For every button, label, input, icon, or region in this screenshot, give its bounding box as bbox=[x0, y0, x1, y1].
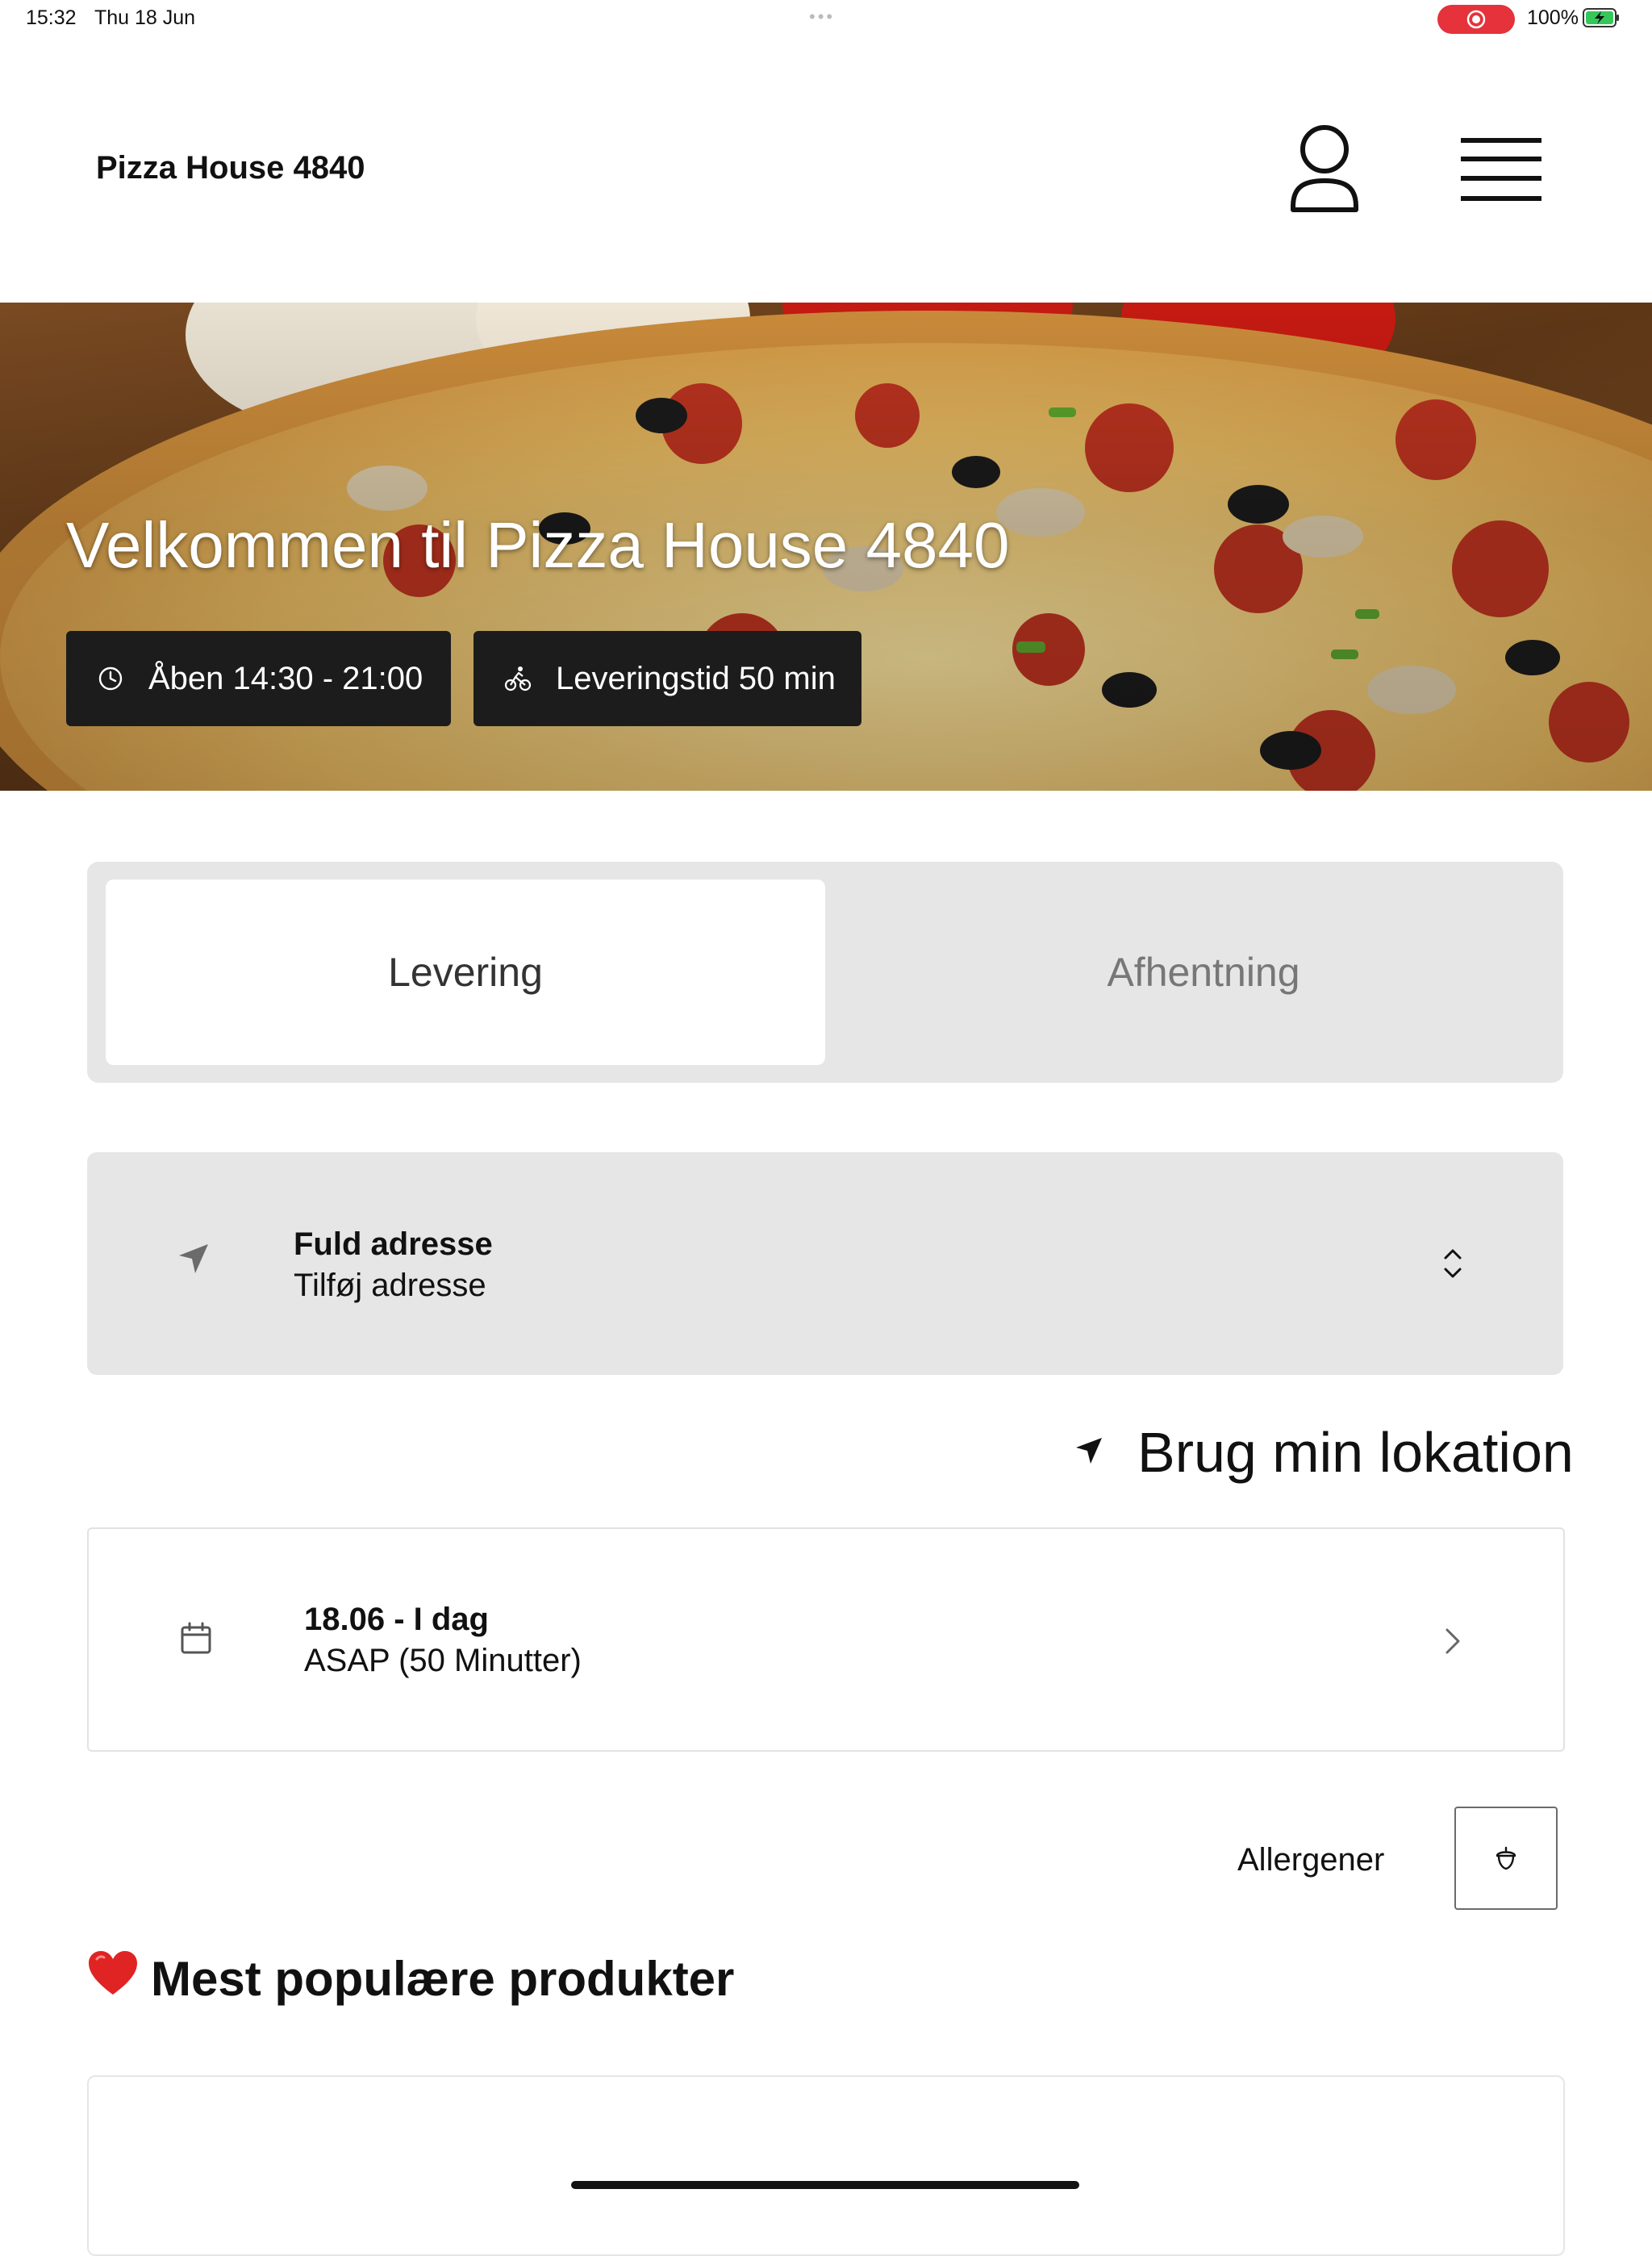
opening-hours-text: Åben 14:30 - 21:00 bbox=[148, 660, 423, 696]
allergens-button[interactable] bbox=[1454, 1807, 1558, 1910]
delivery-date: 18.06 - I dag bbox=[304, 1602, 489, 1637]
popular-products-title: Mest populære produkter bbox=[151, 1952, 735, 2006]
screen-recording-indicator[interactable] bbox=[1437, 5, 1515, 34]
home-indicator[interactable] bbox=[571, 2181, 1079, 2189]
battery-percent: 100% bbox=[1527, 6, 1579, 29]
user-icon bbox=[1291, 125, 1358, 212]
welcome-title: Velkommen til Pizza House 4840 bbox=[66, 509, 1010, 581]
location-arrow-icon[interactable] bbox=[1073, 1435, 1105, 1467]
delivery-time-value: ASAP (50 Minutter) bbox=[304, 1643, 582, 1678]
multitask-dots[interactable]: ••• bbox=[809, 6, 835, 27]
use-my-location-button[interactable]: Brug min lokation bbox=[1137, 1420, 1574, 1485]
battery-charging-icon bbox=[1583, 8, 1619, 27]
hamburger-menu-icon bbox=[1461, 138, 1541, 201]
product-card[interactable] bbox=[87, 2075, 1565, 2256]
chevron-right-icon bbox=[1446, 1628, 1460, 1654]
delivery-time-badge: Leveringstid 50 min bbox=[473, 631, 861, 726]
account-button[interactable] bbox=[1287, 123, 1362, 216]
menu-button[interactable] bbox=[1458, 132, 1544, 209]
allergens-label: Allergener bbox=[1237, 1842, 1385, 1878]
tab-afhentning[interactable]: Afhentning bbox=[844, 879, 1563, 1065]
address-selector[interactable] bbox=[87, 1152, 1563, 1375]
record-icon bbox=[1466, 10, 1486, 29]
bicycle-icon bbox=[504, 666, 532, 691]
acorn-icon bbox=[1496, 1846, 1516, 1870]
brand-name[interactable]: Pizza House 4840 bbox=[96, 150, 365, 186]
calendar-icon bbox=[181, 1622, 211, 1654]
chevron-up-down-icon bbox=[1444, 1249, 1462, 1278]
clock-icon bbox=[98, 666, 123, 691]
delivery-time-text: Leveringstid 50 min bbox=[556, 660, 836, 696]
location-arrow-icon bbox=[179, 1244, 208, 1273]
address-title: Fuld adresse bbox=[294, 1226, 493, 1262]
tab-levering[interactable]: Levering bbox=[106, 879, 825, 1065]
opening-hours-badge: Åben 14:30 - 21:00 bbox=[66, 631, 451, 726]
status-date: Thu 18 Jun bbox=[94, 6, 196, 29]
status-time: 15:32 bbox=[26, 6, 77, 29]
address-placeholder: Tilføj adresse bbox=[294, 1268, 486, 1303]
delivery-time-selector[interactable] bbox=[87, 1527, 1565, 1752]
red-heart-icon bbox=[89, 1951, 137, 1995]
